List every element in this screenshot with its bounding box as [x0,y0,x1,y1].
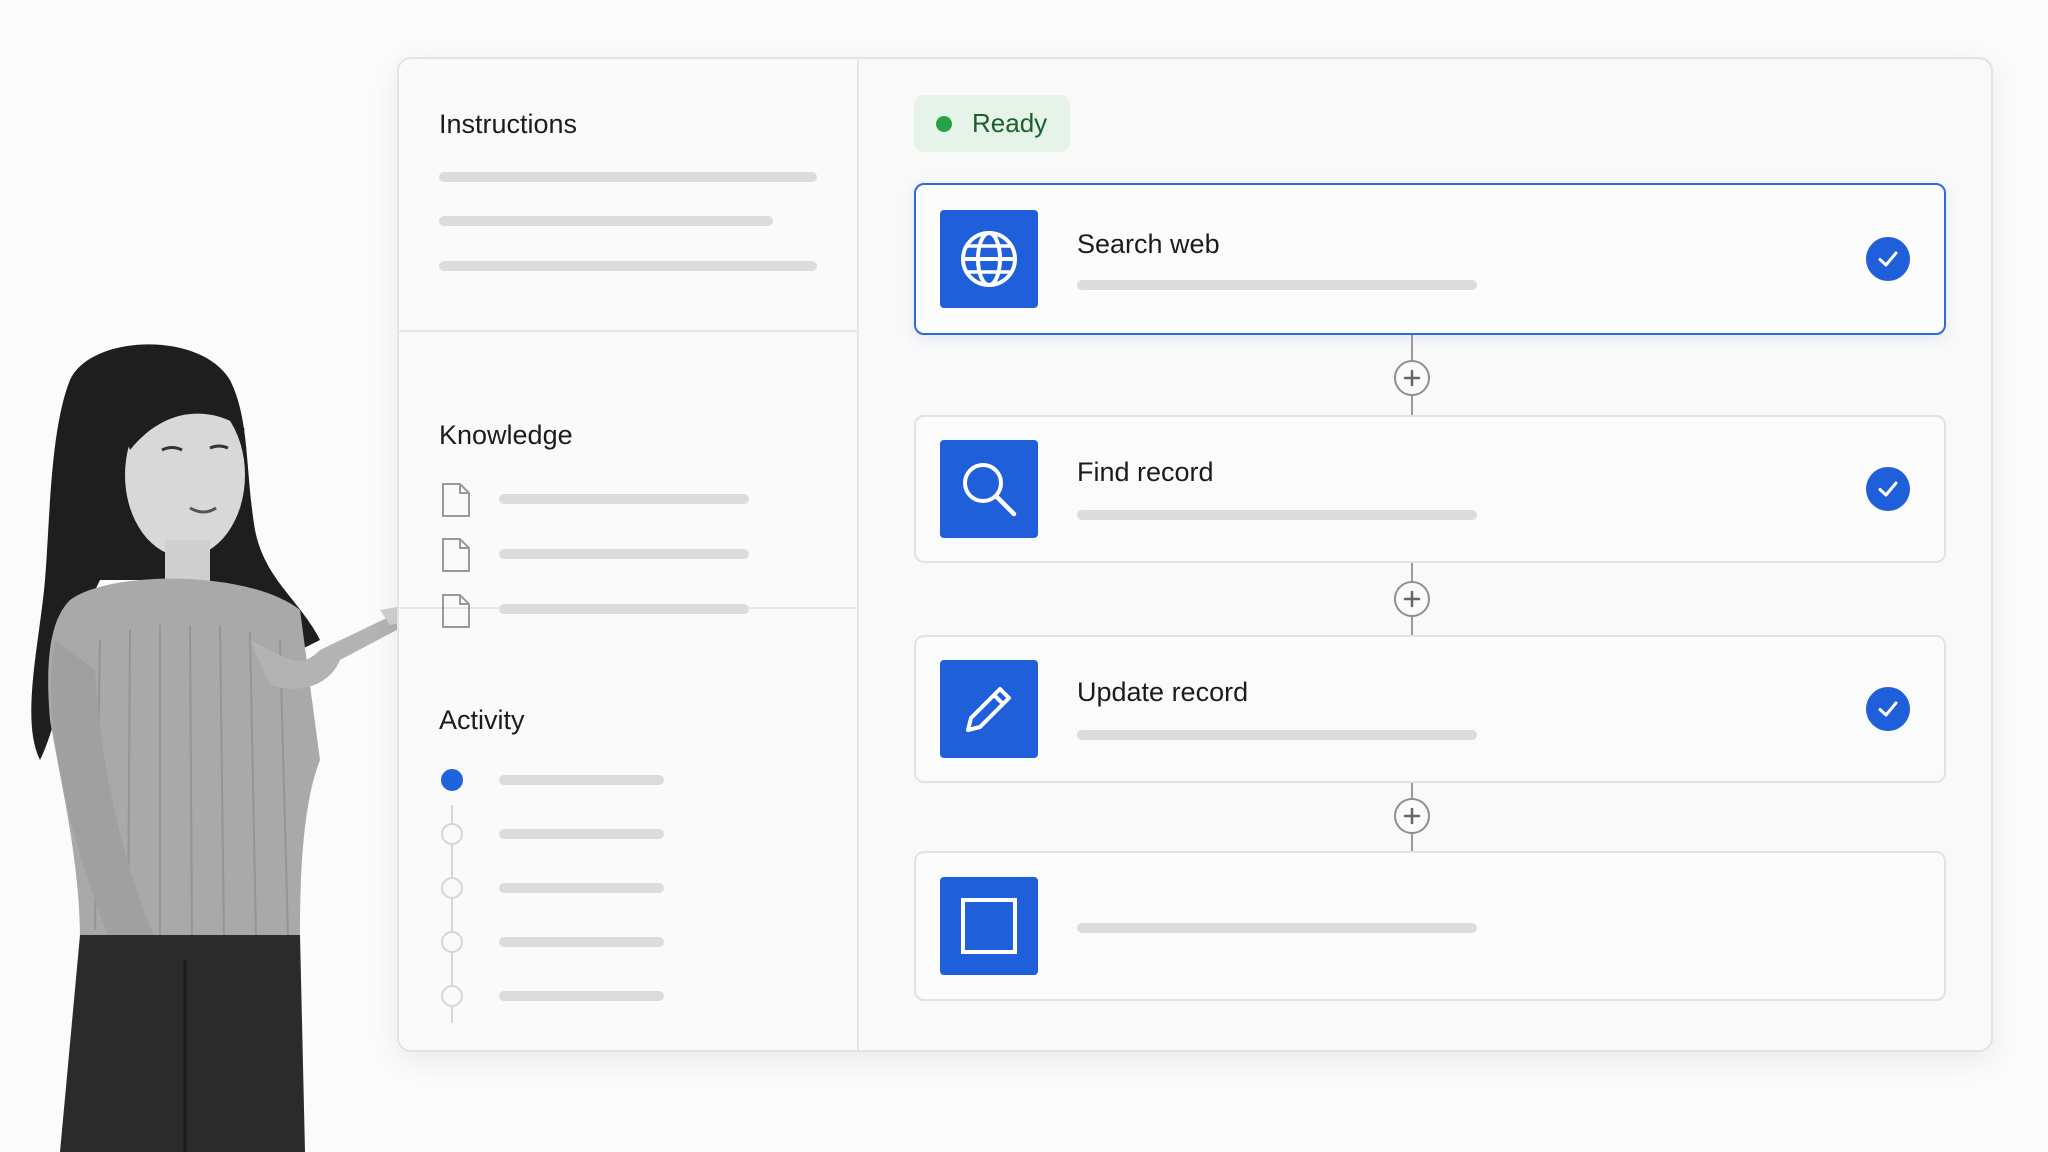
workflow-panel: Ready Search web Find record Update reco… [859,59,1991,1050]
add-step-button[interactable] [1394,360,1430,396]
plus-icon [1403,369,1421,387]
activity-section: Activity [399,609,857,1050]
activity-item-line [499,991,664,1001]
document-icon[interactable] [441,482,471,518]
activity-item-line [499,883,664,893]
step-description-line [1077,923,1477,933]
knowledge-item-line [499,549,749,559]
knowledge-section: Knowledge [399,332,857,628]
knowledge-item-line [499,494,749,504]
step-title: Update record [1077,677,1249,707]
workflow-step-search-web[interactable]: Search web [914,183,1946,335]
activity-item-line [499,937,664,947]
plus-icon [1403,807,1421,825]
step-title: Search web [1077,229,1220,259]
timeline-dot[interactable] [441,877,463,899]
status-label: Ready [972,108,1048,138]
status-badge: Ready [914,95,1070,152]
check-icon [1866,237,1910,281]
timeline-dot[interactable] [441,985,463,1007]
instructions-title: Instructions [439,109,578,139]
activity-title: Activity [439,705,525,735]
timeline-dot[interactable] [441,823,463,845]
square-icon [940,877,1038,975]
add-step-button[interactable] [1394,798,1430,834]
document-icon[interactable] [441,537,471,573]
workflow-step-empty[interactable] [914,851,1946,1001]
step-description-line [1077,510,1477,520]
placeholder-line [439,216,773,226]
pencil-icon [940,660,1038,758]
globe-icon [940,210,1038,308]
check-icon [1866,687,1910,731]
add-step-button[interactable] [1394,581,1430,617]
timeline-dot[interactable] [441,931,463,953]
timeline-dot-active[interactable] [441,769,463,791]
activity-item-line [499,829,664,839]
search-icon [940,440,1038,538]
status-dot-icon [936,115,952,132]
left-panel: Instructions Knowledge Activity [399,59,859,1050]
workflow-step-update-record[interactable]: Update record [914,635,1946,783]
knowledge-title: Knowledge [439,420,573,450]
step-title: Find record [1077,457,1214,487]
person-illustration [31,344,425,1152]
workflow-step-find-record[interactable]: Find record [914,415,1946,563]
placeholder-line [439,172,817,182]
stage: Instructions Knowledge Activity Ready Se… [0,0,2048,1152]
placeholder-line [439,261,817,271]
plus-icon [1403,590,1421,608]
step-description-line [1077,280,1477,290]
activity-item-line [499,775,664,785]
agent-builder-card: Instructions Knowledge Activity Ready Se… [397,57,1993,1052]
instructions-section: Instructions [399,59,857,332]
check-icon [1866,467,1910,511]
step-description-line [1077,730,1477,740]
